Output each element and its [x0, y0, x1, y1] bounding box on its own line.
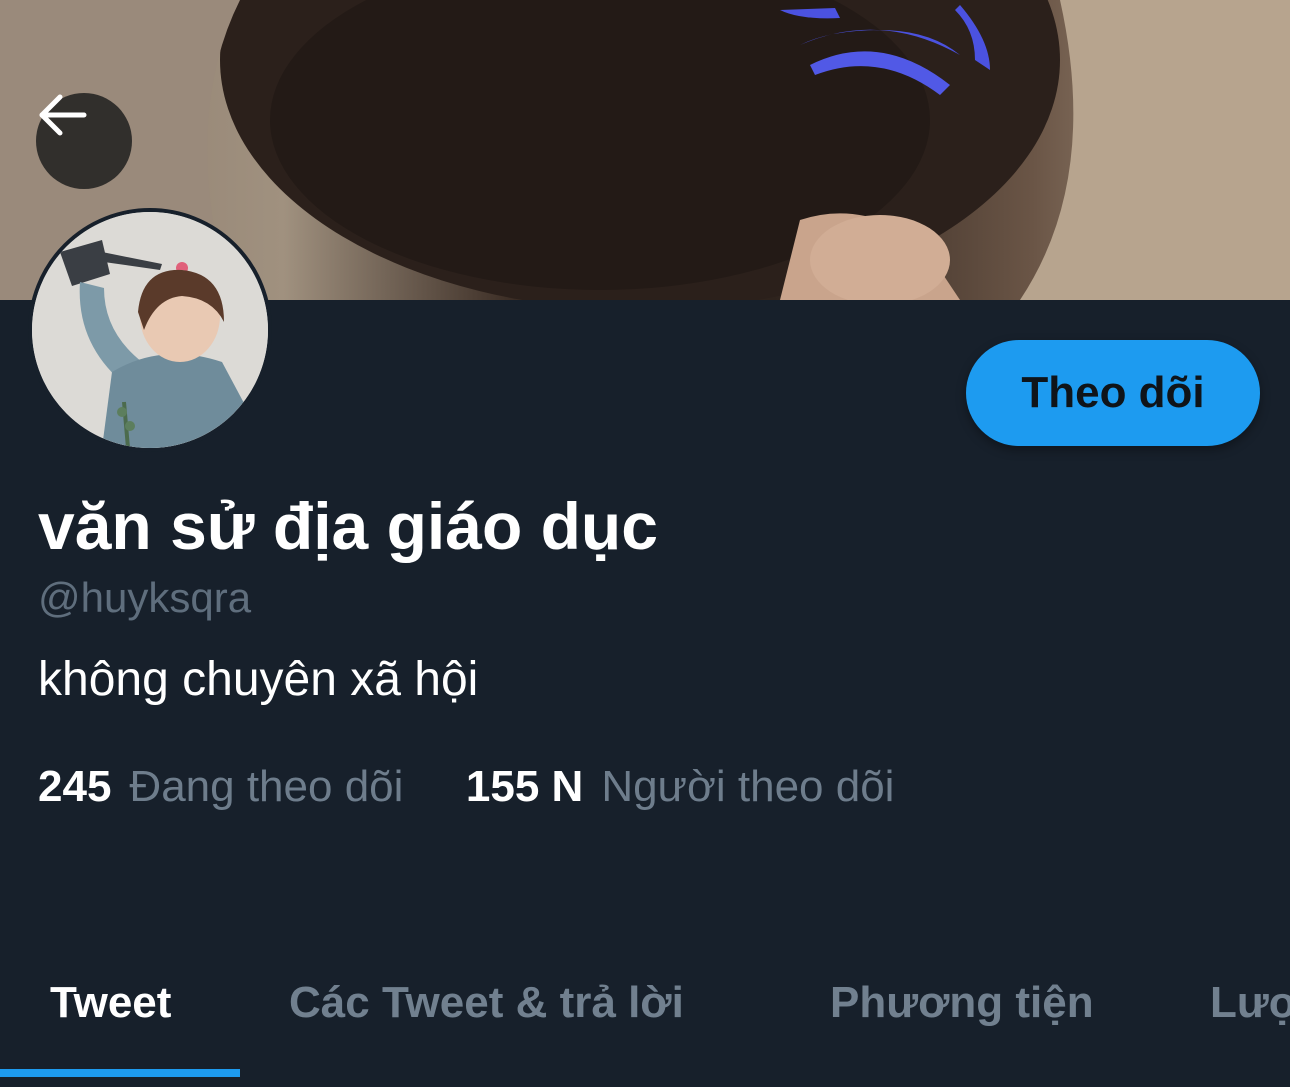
user-handle: @huyksqra	[38, 574, 252, 621]
back-button[interactable]	[36, 93, 132, 189]
follow-button[interactable]: Theo dõi	[966, 340, 1260, 446]
display-name: văn sử địa giáo dục	[38, 489, 658, 563]
active-tab-indicator	[0, 1069, 240, 1077]
tab-tweets[interactable]: Tweet	[50, 978, 171, 1028]
avatar[interactable]	[28, 208, 272, 452]
followers-link[interactable]: 155 N Người theo dõi	[466, 762, 895, 811]
following-label: Đang theo dõi	[129, 762, 404, 811]
following-count: 245	[38, 762, 112, 811]
arrow-left-icon	[39, 94, 87, 136]
tab-media[interactable]: Phương tiện	[830, 978, 1094, 1028]
following-link[interactable]: 245 Đang theo dõi	[38, 762, 416, 811]
followers-count: 155 N	[465, 762, 584, 811]
profile-bio: không chuyên xã hội	[38, 653, 479, 706]
tab-tweets-replies[interactable]: Các Tweet & trả lời	[289, 978, 684, 1028]
followers-label: Người theo dõi	[601, 762, 895, 811]
avatar-image	[32, 212, 268, 448]
profile-stats: 245 Đang theo dõi 155 N Người theo dõi	[38, 762, 894, 812]
tab-likes[interactable]: Lượt thích	[1210, 978, 1290, 1028]
profile-tabs: Tweet Các Tweet & trả lời Phương tiện Lư…	[0, 960, 1290, 1087]
